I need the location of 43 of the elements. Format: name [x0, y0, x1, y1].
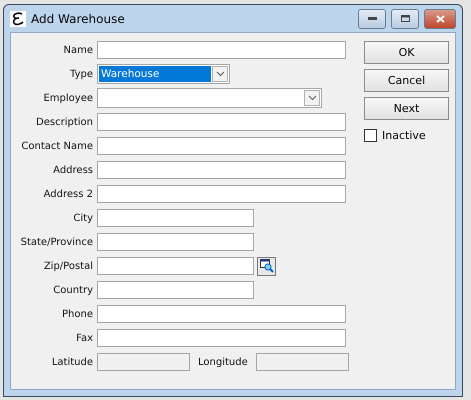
dialog-button[interactable]: Cancel [364, 69, 449, 92]
close-icon [436, 14, 444, 22]
field-label: Description [35, 116, 94, 128]
field-label: Latitude [50, 356, 94, 368]
app-logo-icon [10, 10, 26, 26]
text-field[interactable] [97, 161, 346, 179]
field-label: Address [52, 164, 94, 176]
maximize-button[interactable] [391, 8, 419, 28]
text-field[interactable] [97, 257, 254, 275]
dropdown-field[interactable] [97, 88, 322, 108]
field-label: Contact Name [20, 140, 94, 152]
field-label: Fax [75, 332, 94, 344]
field-label: Employee [42, 92, 94, 104]
field-label: Address 2 [42, 188, 94, 200]
field-label: City [72, 212, 94, 224]
minimize-button[interactable] [358, 8, 386, 28]
text-field[interactable] [97, 41, 346, 59]
maximize-icon [400, 15, 410, 22]
field-label: Type [69, 68, 94, 80]
field-label: State/Province [20, 236, 94, 248]
text-field[interactable] [97, 137, 346, 155]
search-icon [260, 259, 274, 273]
text-field[interactable] [97, 305, 346, 323]
text-field[interactable] [97, 209, 254, 227]
caret-icon [216, 71, 224, 77]
text-field[interactable] [97, 281, 254, 299]
window-title: Add Warehouse [31, 12, 126, 26]
field-label: Longitude [197, 356, 249, 368]
minimize-icon [368, 17, 376, 20]
close-button[interactable] [424, 8, 456, 28]
dropdown-field[interactable]: Warehouse [97, 64, 230, 84]
text-field[interactable] [97, 233, 254, 251]
text-field[interactable] [97, 185, 346, 203]
dialog-button[interactable]: Next [364, 97, 449, 120]
caret-icon [308, 95, 316, 101]
text-field[interactable] [97, 113, 346, 131]
field-label: Name [62, 44, 94, 56]
lookup-button[interactable] [257, 256, 276, 276]
field-label: Zip/Postal [42, 260, 94, 272]
dialog-button[interactable]: OK [364, 41, 449, 64]
field-label: Phone [61, 308, 94, 320]
field-label: Country [52, 284, 94, 296]
text-field[interactable] [97, 329, 346, 347]
